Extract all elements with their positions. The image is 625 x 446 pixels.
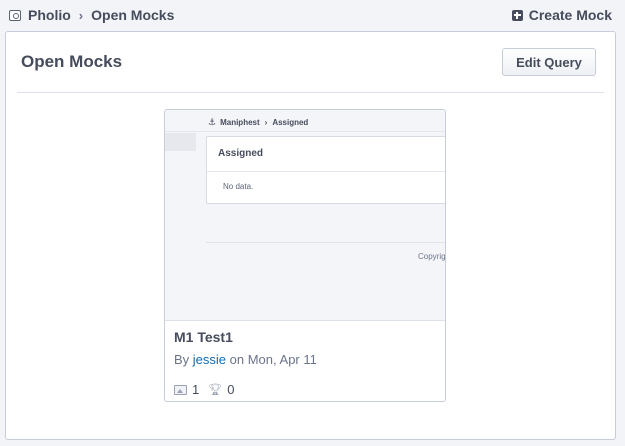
thumbnail-divider — [165, 131, 445, 132]
mock-thumbnail[interactable]: ⚓ Maniphest › Assigned Assigned No data.… — [165, 110, 445, 321]
thumbnail-crumb-app: Maniphest — [220, 118, 260, 127]
box-header: Open Mocks Edit Query — [17, 32, 604, 93]
trophy-icon: 🏆︎ — [208, 384, 223, 396]
camera-icon — [9, 9, 21, 21]
crumb-separator: › — [78, 7, 84, 23]
thumbnail-crumb-current: Assigned — [272, 118, 309, 127]
thumbnail-panel: Assigned No data. — [206, 136, 445, 204]
anchor-icon: ⚓ — [208, 117, 217, 127]
edit-query-button[interactable]: Edit Query — [502, 48, 596, 76]
thumbnail-footer-divider — [206, 242, 445, 243]
crumb-app-label[interactable]: Pholio — [28, 7, 71, 23]
breadcrumb: Pholio › Open Mocks Create Mock — [0, 0, 625, 30]
author-link[interactable]: jessie — [193, 352, 226, 367]
plus-square-icon — [511, 9, 523, 21]
mock-stats: 1 🏆︎ 0 — [174, 382, 234, 397]
results-box: Open Mocks Edit Query ⚓ Maniphest › Assi… — [5, 31, 616, 440]
mock-byline: By jessie on Mon, Apr 11 — [174, 352, 317, 367]
crumb-pholio[interactable]: Pholio — [9, 7, 71, 23]
mock-title-link[interactable]: M1 Test1 — [174, 329, 233, 345]
thumbnail-panel-title: Assigned — [218, 148, 264, 159]
crumb-current-label: Open Mocks — [91, 7, 175, 23]
image-icon — [174, 384, 187, 395]
thumbnail-breadcrumb: ⚓ Maniphest › Assigned — [208, 117, 308, 128]
create-mock-label: Create Mock — [528, 7, 612, 23]
thumbnail-panel-divider — [207, 171, 445, 172]
mock-card: ⚓ Maniphest › Assigned Assigned No data.… — [164, 109, 446, 402]
token-count: 0 — [227, 382, 235, 397]
byline-prefix: By — [174, 352, 193, 367]
image-count: 1 — [192, 382, 200, 397]
create-mock-button[interactable]: Create Mock — [511, 7, 612, 23]
thumbnail-panel-empty: No data. — [223, 182, 254, 191]
thumbnail-crumb-separator: › — [264, 118, 268, 127]
thumbnail-sidebar — [165, 133, 196, 151]
page-title: Open Mocks — [21, 52, 123, 71]
thumbnail-footer-text: Copyright — [418, 252, 445, 261]
byline-date: on Mon, Apr 11 — [226, 352, 317, 367]
